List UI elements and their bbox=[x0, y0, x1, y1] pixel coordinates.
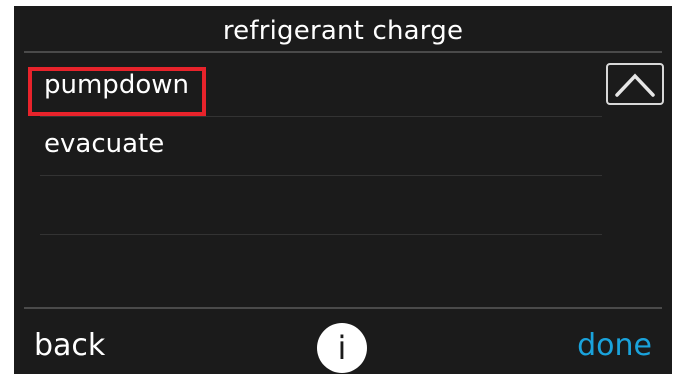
page-title: refrigerant charge bbox=[222, 16, 464, 46]
list-item-evacuate[interactable]: evacuate bbox=[40, 117, 602, 176]
header-divider bbox=[24, 51, 662, 53]
footer-divider bbox=[24, 307, 662, 309]
list-item-empty bbox=[40, 176, 602, 235]
thermostat-screen: refrigerant charge pumpdown evacuate bac… bbox=[14, 6, 672, 374]
scroll-up-button[interactable] bbox=[606, 63, 664, 105]
list-item-empty bbox=[40, 235, 602, 293]
info-icon[interactable]: i bbox=[317, 323, 367, 373]
list-item-label: evacuate bbox=[44, 129, 165, 159]
chevron-up-icon bbox=[615, 73, 655, 97]
back-button[interactable]: back bbox=[34, 329, 105, 363]
done-button[interactable]: done bbox=[577, 329, 652, 363]
selection-highlight bbox=[28, 67, 206, 116]
